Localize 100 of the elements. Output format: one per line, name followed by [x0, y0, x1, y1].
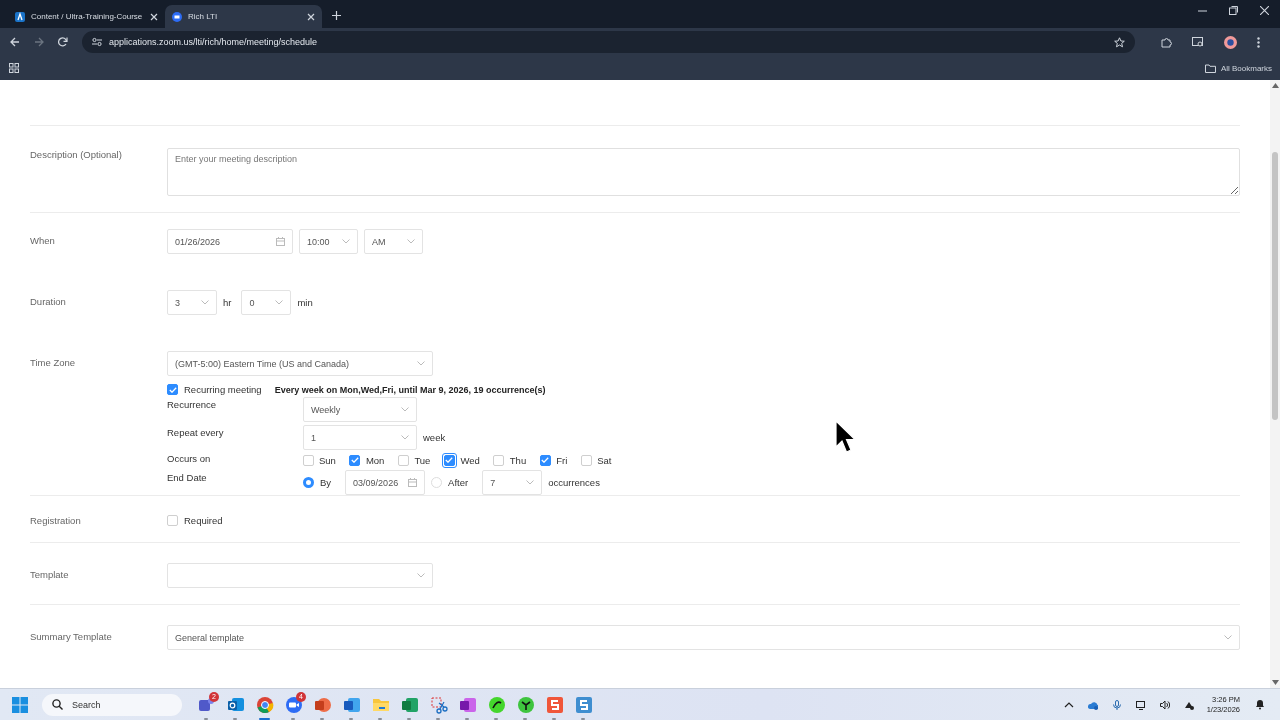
browser-tab[interactable]: Content / Ultra-Training-Course	[8, 5, 165, 28]
checkbox[interactable]	[167, 384, 178, 395]
browser-tab[interactable]: Rich LTI	[165, 5, 322, 28]
cloud-icon[interactable]	[1087, 699, 1098, 710]
minutes-dropdown[interactable]: 0	[241, 290, 292, 315]
date-field[interactable]: 01/26/2026	[167, 229, 293, 254]
apps-grid-icon[interactable]	[9, 63, 19, 73]
unit-label: hr	[223, 297, 232, 308]
occurrences-dropdown[interactable]: 7	[482, 470, 543, 495]
repeat-dropdown[interactable]: 1	[303, 425, 417, 450]
running-indicator	[233, 717, 237, 720]
reload-icon[interactable]	[58, 37, 68, 47]
spreadsheet-icon	[400, 695, 419, 714]
forward-icon[interactable]	[34, 37, 44, 47]
screen-search-icon[interactable]	[1192, 36, 1204, 48]
recurrence-summary: Every week on Mon,Wed,Fri, until Mar 9, 2026, 19 occurrence(s)	[274, 384, 546, 395]
chevron-down-icon	[275, 300, 284, 305]
checkbox[interactable]	[397, 454, 409, 466]
app-logo-icon	[15, 11, 25, 22]
recurrence-dropdown[interactable]: Weekly	[303, 397, 417, 422]
speaker-icon[interactable]	[1159, 699, 1170, 710]
summary-template-dropdown[interactable]: General template	[167, 625, 1240, 650]
search-field[interactable]: Search	[42, 693, 182, 716]
field-label: Recurrence	[167, 398, 218, 410]
scroll-up-icon	[1271, 83, 1279, 88]
field-label: Repeat every	[167, 426, 225, 438]
day-label: Tue	[414, 454, 431, 466]
microphone-icon[interactable]	[1111, 699, 1122, 710]
hours-dropdown[interactable]: 3	[167, 290, 217, 315]
close-icon[interactable]	[307, 12, 315, 21]
running-indicator	[259, 717, 270, 720]
scrollbar[interactable]	[1270, 80, 1280, 688]
chevron-down-icon	[417, 573, 425, 578]
slides-icon	[313, 695, 332, 714]
address-bar[interactable]: applications.zoom.us/lti/rich/home/meeting/schedule	[82, 31, 1135, 53]
date-field[interactable]: 03/09/2026	[345, 470, 426, 495]
puzzle-icon[interactable]	[1161, 36, 1172, 48]
scroll-down-icon	[1271, 680, 1279, 685]
day-label: Mon	[365, 454, 385, 466]
checkbox[interactable]	[349, 454, 361, 466]
chevron-down-icon	[401, 435, 409, 440]
document-icon	[342, 695, 361, 714]
checkbox[interactable]	[539, 454, 551, 466]
radio-label: By	[320, 477, 332, 488]
radio-label: After	[448, 477, 469, 488]
checkbox[interactable]	[493, 454, 505, 466]
site-settings-icon[interactable]	[92, 37, 102, 47]
chevron-down-icon	[401, 407, 409, 412]
chevron-down-icon	[526, 480, 535, 485]
day-label: Sun	[319, 454, 336, 466]
running-indicator	[436, 717, 440, 720]
running-indicator	[581, 717, 585, 720]
close-icon[interactable]	[1260, 5, 1269, 15]
back-icon[interactable]	[10, 37, 20, 47]
profile-avatar-icon[interactable]	[1224, 35, 1237, 49]
checkbox[interactable]	[167, 514, 178, 526]
time-zone-dropdown[interactable]: (GMT-5:00) Eastern Time (US and Canada)	[167, 351, 433, 376]
time-dropdown[interactable]: 10:00	[299, 229, 358, 254]
close-icon[interactable]	[150, 12, 158, 21]
radio-button[interactable]	[303, 477, 314, 488]
calendar-icon	[276, 237, 285, 246]
unit-label: min	[297, 297, 313, 308]
folder-icon	[1204, 63, 1216, 73]
windows-start-icon[interactable]	[12, 696, 28, 713]
mouse-pointer-icon	[835, 420, 857, 454]
checkmark-icon	[350, 457, 359, 463]
unit-label: week	[423, 432, 446, 443]
notification-bell-icon[interactable]	[1255, 699, 1265, 710]
checkbox[interactable]	[302, 454, 314, 466]
field-label: Description (Optional)	[30, 148, 123, 162]
bookmarks-folder[interactable]: All Bookmarks	[1204, 63, 1272, 73]
unit-label: occurrences	[548, 477, 600, 488]
field-label: End Date	[167, 471, 208, 483]
more-menu-icon[interactable]	[1257, 36, 1260, 48]
new-tab-icon[interactable]	[332, 11, 341, 20]
app-tile-icon	[574, 695, 593, 714]
running-indicator	[552, 717, 556, 720]
day-label: Fri	[556, 454, 568, 466]
running-indicator	[494, 717, 498, 720]
checkbox[interactable]	[580, 454, 592, 466]
running-indicator	[204, 717, 208, 720]
running-indicator	[523, 717, 527, 720]
field-label: Occurs on	[167, 453, 212, 464]
description-field[interactable]: Enter your meeting description	[167, 148, 1240, 196]
running-indicator	[291, 717, 295, 720]
restore-icon[interactable]	[1229, 5, 1238, 15]
video-camera-icon	[172, 11, 182, 22]
running-indicator	[320, 717, 324, 720]
search-icon	[52, 699, 63, 710]
field-label: Registration	[30, 514, 82, 526]
field-label: Summary Template	[30, 630, 113, 644]
field-label: When	[30, 234, 56, 248]
running-indicator	[465, 717, 469, 720]
chevron-down-icon	[417, 361, 425, 366]
monitor-icon[interactable]	[1135, 699, 1146, 710]
scrollbar-thumb[interactable]	[1272, 152, 1278, 420]
checkbox-label: Recurring meeting	[184, 384, 262, 395]
star-icon[interactable]	[1114, 36, 1125, 48]
field-label: Duration	[30, 295, 67, 309]
period-dropdown[interactable]: AM	[364, 229, 423, 254]
